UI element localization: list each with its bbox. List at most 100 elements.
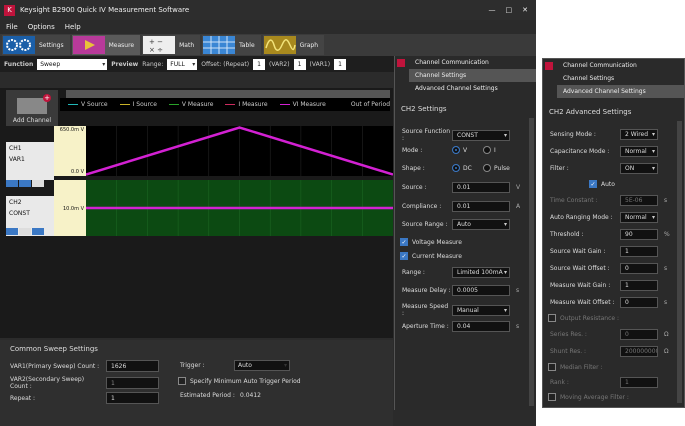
- svg-text:× ÷: × ÷: [149, 46, 163, 54]
- aperture-time-unit: s: [516, 323, 520, 330]
- source-range-select[interactable]: Auto: [452, 219, 510, 230]
- ch1-label-card[interactable]: CH1 VAR1: [6, 142, 54, 180]
- current-measure-checkbox[interactable]: ✓: [400, 252, 408, 260]
- series-res-unit: Ω: [664, 331, 669, 338]
- var2-offset-input[interactable]: 1: [293, 58, 306, 70]
- range-select[interactable]: FULL: [167, 58, 198, 70]
- measure-speed-label: Measure Speed :: [402, 303, 449, 317]
- sensing-mode-label: Sensing Mode :: [550, 131, 596, 138]
- shunt-res-input[interactable]: 2000000000: [620, 346, 658, 357]
- ch1-down-button[interactable]: [19, 180, 31, 187]
- ch2-remove-button[interactable]: [6, 228, 18, 235]
- adv-menu-advanced-channel-settings[interactable]: Advanced Channel Settings: [557, 85, 684, 98]
- output-resistance-checkbox[interactable]: [548, 314, 556, 322]
- legend-swatch: [68, 103, 78, 106]
- function-select[interactable]: Sweep: [37, 58, 108, 70]
- mode-i-radio[interactable]: [483, 146, 491, 154]
- source-range-label: Source Range :: [402, 221, 448, 228]
- repeat-label: Repeat :: [10, 394, 36, 402]
- adv-menu-channel-communication[interactable]: Channel Communication: [557, 59, 684, 72]
- spec-min-trigger-label: Specify Minimum Auto Trigger Period: [190, 377, 301, 385]
- ch1-remove-button[interactable]: [6, 180, 18, 187]
- trigger-select[interactable]: Auto: [234, 360, 290, 371]
- source-wait-offset-input[interactable]: 0: [620, 263, 658, 274]
- ch2-advanced-scrollbar[interactable]: [677, 121, 682, 403]
- menu-channel-settings[interactable]: Channel Settings: [409, 69, 536, 82]
- auto-checkbox[interactable]: ✓: [589, 180, 597, 188]
- spec-min-trigger-checkbox[interactable]: [178, 377, 186, 385]
- var1-count-input[interactable]: 1626: [106, 360, 159, 372]
- series-res-input[interactable]: 0: [620, 329, 658, 340]
- shunt-res-unit: Ω: [664, 348, 669, 355]
- minimize-button[interactable]: —: [489, 6, 496, 14]
- close-button[interactable]: ✕: [522, 6, 528, 14]
- capacitance-mode-select[interactable]: Normal: [620, 146, 658, 157]
- menu-options[interactable]: Options: [28, 23, 55, 31]
- graph-tab[interactable]: Graph: [262, 35, 325, 55]
- menu-channel-communication[interactable]: Channel Communication: [409, 56, 536, 69]
- calculator-icon: + −× ÷: [143, 36, 176, 54]
- range-select[interactable]: Limited 100mA: [452, 267, 510, 278]
- voltage-measure-checkbox[interactable]: ✓: [400, 238, 408, 246]
- source-wait-gain-input[interactable]: 1: [620, 246, 658, 257]
- add-channel-button[interactable]: Add Channel: [6, 90, 58, 126]
- menu-help[interactable]: Help: [65, 23, 81, 31]
- measure-wait-gain-input[interactable]: 1: [620, 280, 658, 291]
- aperture-time-input[interactable]: 0.04: [452, 321, 510, 332]
- source-function-select[interactable]: CONST: [452, 129, 510, 141]
- settings-tab[interactable]: Settings: [2, 35, 70, 55]
- math-tab-label: Math: [179, 41, 195, 49]
- compliance-input[interactable]: 0.01: [452, 201, 510, 212]
- time-constant-unit: s: [664, 197, 668, 204]
- measure-tab[interactable]: Measure: [71, 35, 141, 55]
- table-tab-label: Table: [239, 41, 255, 49]
- mode-v-radio[interactable]: [452, 146, 460, 154]
- ch2-name: CH2: [9, 199, 22, 206]
- ch2-y-scale: 10.0m V: [54, 180, 86, 236]
- threshold-label: Threshold :: [550, 231, 584, 238]
- filter-select[interactable]: ON: [620, 163, 658, 174]
- repeat-input[interactable]: 1: [106, 392, 159, 404]
- ch1-up-button[interactable]: [32, 180, 44, 187]
- auto-label: Auto: [601, 180, 615, 188]
- math-tab[interactable]: + − × ÷ Math: [142, 35, 201, 55]
- maximize-button[interactable]: □: [506, 6, 513, 14]
- shape-pulse-radio[interactable]: [483, 164, 491, 172]
- offset-repeat-input[interactable]: 1: [253, 58, 266, 70]
- rank-input[interactable]: 1: [620, 377, 658, 388]
- measure-wait-offset-label: Measure Wait Offset :: [550, 299, 615, 306]
- measure-wait-gain-label: Measure Wait Gain :: [550, 282, 611, 289]
- legend: V Source I Source V Measure I Measure VI Mea…: [60, 98, 390, 111]
- legend-label: Out of Period: [350, 101, 391, 108]
- ch2-settings-scrollbar[interactable]: [529, 118, 534, 406]
- moving-average-checkbox[interactable]: [548, 393, 556, 401]
- var2-count-label: VAR2(Secondary Sweep) Count :: [10, 376, 85, 390]
- source-input[interactable]: 0.01: [452, 182, 510, 193]
- median-filter-checkbox[interactable]: [548, 363, 556, 371]
- measure-wait-offset-input[interactable]: 0: [620, 297, 658, 308]
- measure-speed-select[interactable]: Manual: [452, 304, 510, 316]
- var1-offset-input[interactable]: 1: [334, 58, 347, 70]
- preview-scroll-slider[interactable]: [66, 90, 390, 98]
- capacitance-mode-label: Capacitance Mode :: [550, 148, 610, 155]
- measure-delay-input[interactable]: 0.0005: [452, 285, 510, 296]
- shape-dc-radio[interactable]: [452, 164, 460, 172]
- menu-file[interactable]: File: [6, 23, 18, 31]
- table-tab[interactable]: Table: [202, 35, 261, 55]
- sensing-mode-select[interactable]: 2 Wired: [620, 129, 658, 140]
- title-bar: K Keysight B2900 Quick IV Measurement So…: [0, 0, 536, 20]
- auto-ranging-mode-select[interactable]: Normal: [620, 212, 658, 223]
- threshold-input[interactable]: 90: [620, 229, 658, 240]
- mode-v-label: V: [463, 146, 468, 154]
- mode-label: Mode :: [402, 146, 423, 154]
- spec-min-trigger-field: Specify Minimum Auto Trigger Period: [178, 377, 301, 385]
- trigger-label: Trigger :: [180, 362, 205, 369]
- ch2-down-button[interactable]: [19, 228, 31, 235]
- filter-label: Filter :: [550, 165, 569, 172]
- time-constant-input[interactable]: 5E-06: [620, 195, 658, 206]
- ch1-y-scale: 650.0m V 0.0 V: [54, 126, 86, 176]
- var2-count-input[interactable]: 1: [106, 377, 159, 389]
- menu-advanced-channel-settings[interactable]: Advanced Channel Settings: [409, 82, 536, 95]
- adv-menu-channel-settings[interactable]: Channel Settings: [557, 72, 684, 85]
- ch2-up-button[interactable]: [32, 228, 44, 235]
